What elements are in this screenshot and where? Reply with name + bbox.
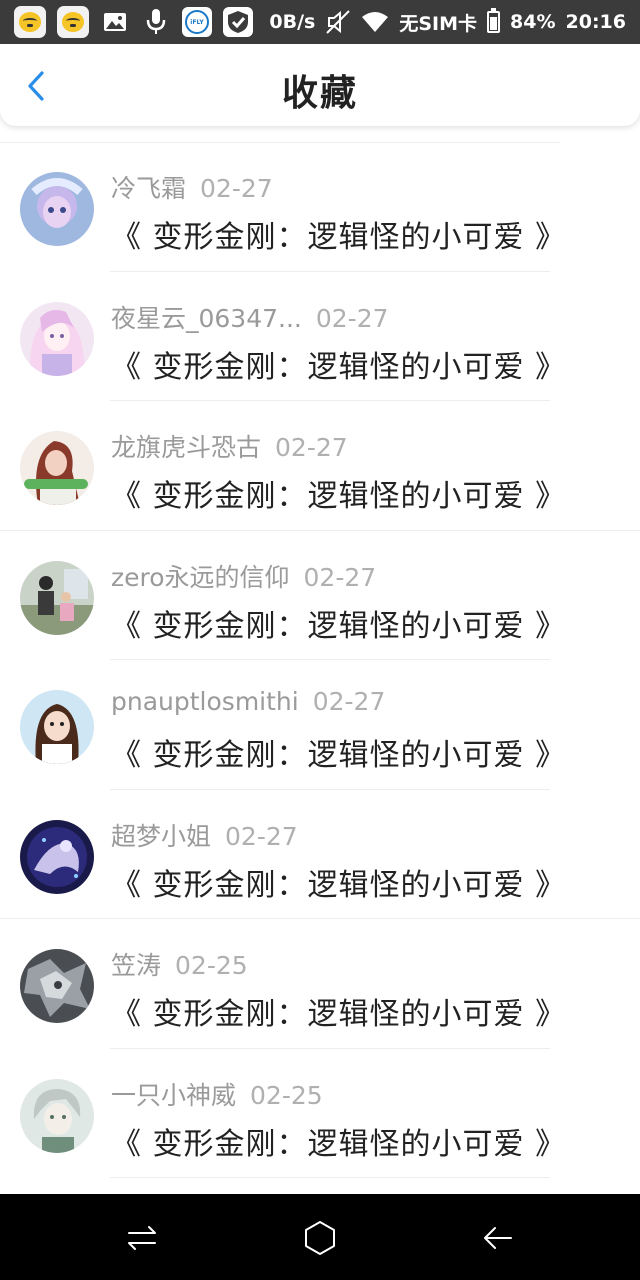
system-nav-bar <box>0 1194 640 1280</box>
avatar[interactable] <box>20 949 94 1023</box>
app-header: 收藏 <box>0 44 640 126</box>
avatar[interactable] <box>20 431 94 505</box>
username[interactable]: pnauptlosmithi <box>111 687 299 716</box>
shield-icon <box>223 7 253 37</box>
username[interactable]: zero永远的信仰 <box>111 563 290 592</box>
list-item[interactable]: pnauptlosmithi 02-27 《 变形金刚：逻辑怪的小可爱 》 <box>0 660 640 790</box>
gallery-icon <box>100 6 130 38</box>
battery-icon <box>487 8 501 33</box>
list-item[interactable]: 一只小神威 02-25 《 变形金刚：逻辑怪的小可爱 》 <box>0 1049 640 1178</box>
ifly-label: iFLY <box>185 10 209 34</box>
avatar[interactable] <box>20 172 94 246</box>
favorite-title[interactable]: 《 变形金刚：逻辑怪的小可爱 》 <box>111 730 566 774</box>
item-meta: 冷飞霜 02-27 <box>111 169 273 205</box>
favorite-title[interactable]: 《 变形金刚：逻辑怪的小可爱 》 <box>111 989 566 1033</box>
avatar[interactable] <box>20 301 94 376</box>
username[interactable]: 一只小神威 <box>111 1081 236 1110</box>
list-item[interactable]: 超梦小姐 02-27 《 变形金刚：逻辑怪的小可爱 》 <box>0 790 640 919</box>
wifi-icon <box>361 11 389 33</box>
item-meta: 一只小神威 02-25 <box>111 1076 323 1112</box>
back-arrow-icon[interactable] <box>476 1216 520 1260</box>
username[interactable]: 龙旗虎斗恐古 <box>111 433 261 462</box>
favorite-title[interactable]: 《 变形金刚：逻辑怪的小可爱 》 <box>111 860 566 904</box>
username[interactable]: 超梦小姐 <box>111 822 211 851</box>
recent-apps-icon[interactable] <box>120 1216 164 1260</box>
date: 02-27 <box>312 687 386 716</box>
list-item[interactable]: 夜星云_06347... 02-27 《 变形金刚：逻辑怪的小可爱 》 <box>0 272 640 401</box>
qq-icon <box>14 6 46 38</box>
carrier-label: 无SIM卡 <box>399 12 478 35</box>
mute-icon <box>325 9 351 35</box>
system-status: 0B/s 无SIM卡 84% 20:16 <box>269 0 626 44</box>
date: 02-25 <box>175 951 248 980</box>
divider <box>110 1177 550 1178</box>
list-item[interactable]: 冷飞霜 02-27 《 变形金刚：逻辑怪的小可爱 》 <box>0 142 640 272</box>
favorite-title[interactable]: 《 变形金刚：逻辑怪的小可爱 》 <box>111 1119 566 1163</box>
avatar[interactable] <box>20 560 94 635</box>
page-title: 收藏 <box>281 73 358 114</box>
favorite-title[interactable]: 《 变形金刚：逻辑怪的小可爱 》 <box>111 601 566 645</box>
ifly-icon: iFLY <box>182 7 212 37</box>
clock: 20:16 <box>565 11 626 33</box>
mic-icon <box>141 6 171 38</box>
status-bar: iFLY 0B/s 无SIM卡 84% 20:16 <box>0 0 640 44</box>
favorite-title[interactable]: 《 变形金刚：逻辑怪的小可爱 》 <box>111 342 566 386</box>
list-item[interactable]: 笠涛 02-25 《 变形金刚：逻辑怪的小可爱 》 <box>0 919 640 1049</box>
home-icon[interactable] <box>298 1216 342 1260</box>
item-meta: pnauptlosmithi 02-27 <box>111 687 385 716</box>
avatar[interactable] <box>20 819 94 894</box>
item-meta: 龙旗虎斗恐古 02-27 <box>111 428 348 464</box>
date: 02-27 <box>303 562 377 592</box>
date: 02-27 <box>315 303 389 333</box>
item-meta: 夜星云_06347... 02-27 <box>111 299 389 335</box>
qq-icon <box>57 6 89 38</box>
username[interactable]: 夜星云_06347... <box>111 304 302 333</box>
favorite-title[interactable]: 《 变形金刚：逻辑怪的小可爱 》 <box>111 212 566 256</box>
item-meta: zero永远的信仰 02-27 <box>111 558 376 594</box>
avatar[interactable] <box>20 1078 94 1153</box>
item-meta: 笠涛 02-25 <box>111 946 248 982</box>
list-item[interactable]: zero永远的信仰 02-27 《 变形金刚：逻辑怪的小可爱 》 <box>0 531 640 660</box>
list-item[interactable]: 龙旗虎斗恐古 02-27 《 变形金刚：逻辑怪的小可爱 》 <box>0 401 640 531</box>
username[interactable]: 冷飞霜 <box>111 174 186 203</box>
date: 02-25 <box>250 1080 323 1110</box>
battery-percent: 84% <box>510 11 556 33</box>
date: 02-27 <box>275 433 348 462</box>
favorite-title[interactable]: 《 变形金刚：逻辑怪的小可爱 》 <box>111 471 566 515</box>
avatar[interactable] <box>20 690 94 764</box>
net-speed: 0B/s <box>269 11 316 33</box>
item-meta: 超梦小姐 02-27 <box>111 817 298 853</box>
date: 02-27 <box>200 174 273 203</box>
favorites-list: 冷飞霜 02-27 《 变形金刚：逻辑怪的小可爱 》 夜星云_06347... 02… <box>0 142 640 1178</box>
date: 02-27 <box>225 821 298 851</box>
username[interactable]: 笠涛 <box>111 951 161 980</box>
notification-icons: iFLY <box>14 5 253 39</box>
